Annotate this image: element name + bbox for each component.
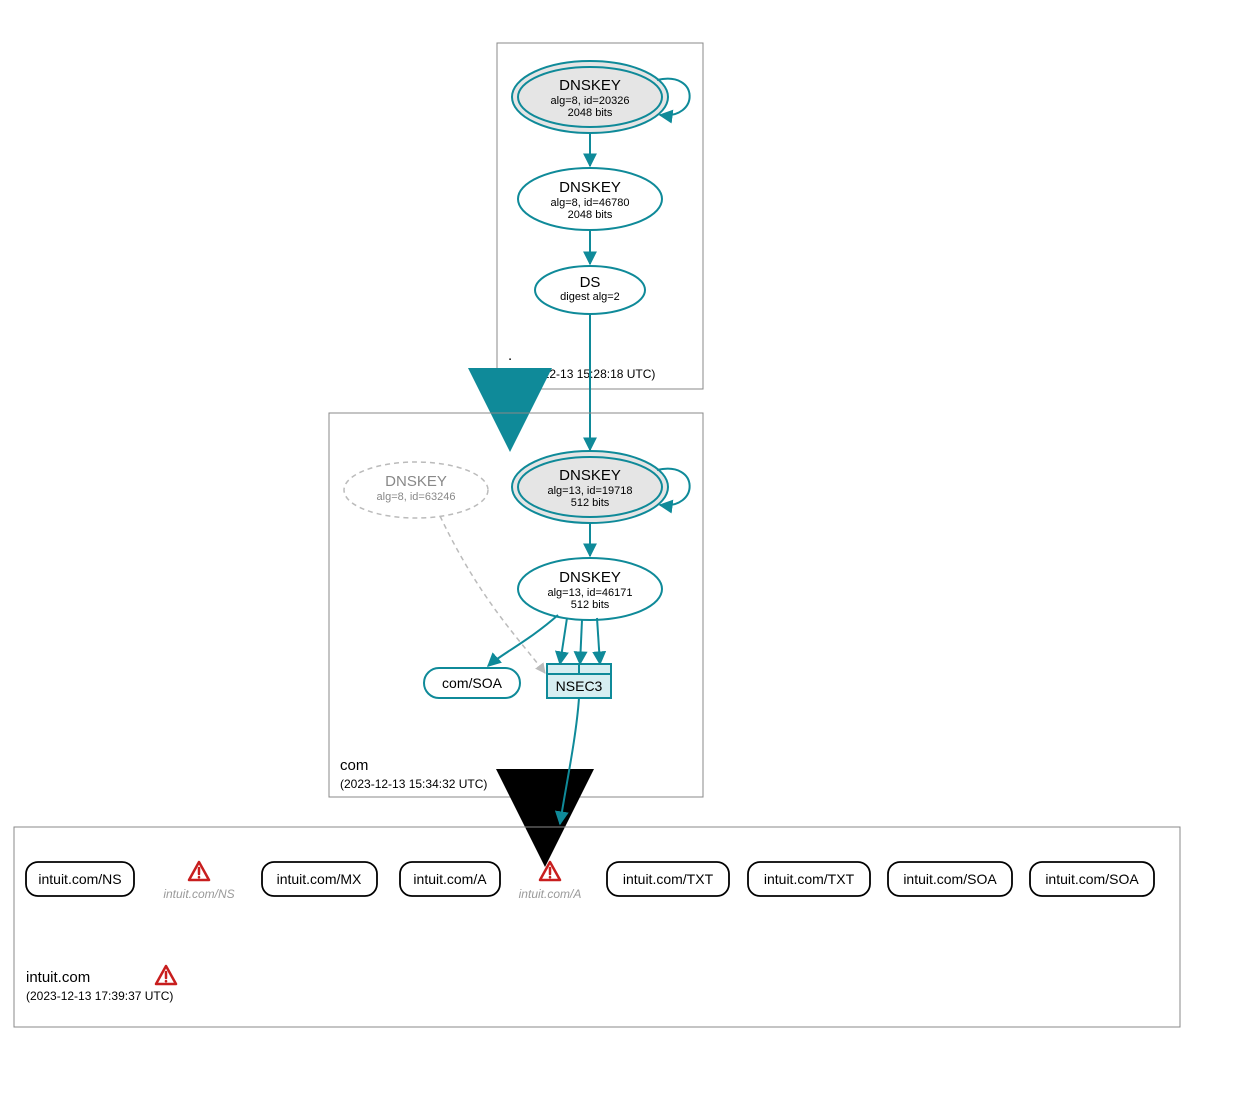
svg-text:intuit.com/MX: intuit.com/MX: [277, 871, 362, 887]
record-intuit-mx: intuit.com/MX: [262, 862, 377, 896]
record-intuit-txt-1: intuit.com/TXT: [607, 862, 729, 896]
svg-text:alg=8, id=20326: alg=8, id=20326: [551, 95, 630, 107]
svg-text:DNSKEY: DNSKEY: [559, 467, 621, 484]
zone-com-timestamp: (2023-12-13 15:34:32 UTC): [340, 777, 487, 791]
svg-text:DNSKEY: DNSKEY: [559, 179, 621, 196]
record-intuit-ns: intuit.com/NS: [26, 862, 134, 896]
svg-text:DNSKEY: DNSKEY: [559, 77, 621, 94]
record-intuit-txt-2: intuit.com/TXT: [748, 862, 870, 896]
node-com-dnskey-ksk: DNSKEY alg=13, id=19718 512 bits: [512, 451, 668, 523]
svg-text:DNSKEY: DNSKEY: [385, 473, 447, 490]
warning-icon: [156, 966, 176, 984]
svg-text:intuit.com/TXT: intuit.com/TXT: [623, 871, 714, 887]
svg-text:2048 bits: 2048 bits: [568, 107, 613, 119]
svg-text:alg=13, id=19718: alg=13, id=19718: [547, 485, 632, 497]
edge-comkey2-nsec3-b: [580, 620, 582, 664]
svg-text:DNSKEY: DNSKEY: [559, 569, 621, 586]
record-intuit-soa-2: intuit.com/SOA: [1030, 862, 1154, 896]
svg-text:2048 bits: 2048 bits: [568, 209, 613, 221]
svg-text:DS: DS: [580, 274, 601, 291]
svg-text:intuit.com/NS: intuit.com/NS: [38, 871, 121, 887]
zone-intuit-name: intuit.com: [26, 969, 90, 986]
record-intuit-ns-warning: intuit.com/NS: [163, 862, 234, 901]
svg-text:intuit.com/NS: intuit.com/NS: [163, 887, 234, 901]
node-nsec3: NSEC3: [547, 664, 611, 698]
warning-icon: [189, 862, 209, 880]
warning-icon: [540, 862, 560, 880]
node-com-dnskey-zsk: DNSKEY alg=13, id=46171 512 bits: [518, 558, 662, 620]
svg-text:alg=8, id=46780: alg=8, id=46780: [551, 197, 630, 209]
node-root-dnskey-zsk: DNSKEY alg=8, id=46780 2048 bits: [518, 168, 662, 230]
svg-text:alg=13, id=46171: alg=13, id=46171: [547, 587, 632, 599]
node-root-dnskey-ksk: DNSKEY alg=8, id=20326 2048 bits: [512, 61, 668, 133]
zone-com-name: com: [340, 757, 368, 774]
zone-root-timestamp: (2023-12-13 15:28:18 UTC): [508, 367, 655, 381]
svg-text:512 bits: 512 bits: [571, 497, 610, 509]
edge-comkey2-nsec3-a: [560, 618, 567, 664]
svg-text:alg=8, id=63246: alg=8, id=63246: [377, 491, 456, 503]
edge-comkey2-nsec3-c: [597, 618, 600, 664]
record-intuit-a-warning: intuit.com/A: [519, 862, 582, 901]
svg-text:intuit.com/A: intuit.com/A: [413, 871, 487, 887]
record-intuit-a: intuit.com/A: [400, 862, 500, 896]
zone-intuit-timestamp: (2023-12-13 17:39:37 UTC): [26, 989, 173, 1003]
node-com-dnskey-inactive: DNSKEY alg=8, id=63246: [344, 462, 488, 518]
svg-text:digest alg=2: digest alg=2: [560, 291, 620, 303]
svg-text:intuit.com/A: intuit.com/A: [519, 887, 582, 901]
svg-text:intuit.com/SOA: intuit.com/SOA: [1045, 871, 1139, 887]
zone-root-name: .: [508, 347, 512, 364]
zone-intuit: intuit.com (2023-12-13 17:39:37 UTC): [14, 827, 1180, 1027]
svg-text:512 bits: 512 bits: [571, 599, 610, 611]
svg-text:NSEC3: NSEC3: [556, 678, 603, 694]
svg-text:com/SOA: com/SOA: [442, 675, 503, 691]
node-ds: DS digest alg=2: [535, 266, 645, 314]
edge-comkey2-comsoa: [488, 615, 558, 666]
record-intuit-soa-1: intuit.com/SOA: [888, 862, 1012, 896]
node-com-soa: com/SOA: [424, 668, 520, 698]
edge-nsec3-intuit: [560, 698, 579, 824]
svg-text:intuit.com/SOA: intuit.com/SOA: [903, 871, 997, 887]
svg-text:intuit.com/TXT: intuit.com/TXT: [764, 871, 855, 887]
